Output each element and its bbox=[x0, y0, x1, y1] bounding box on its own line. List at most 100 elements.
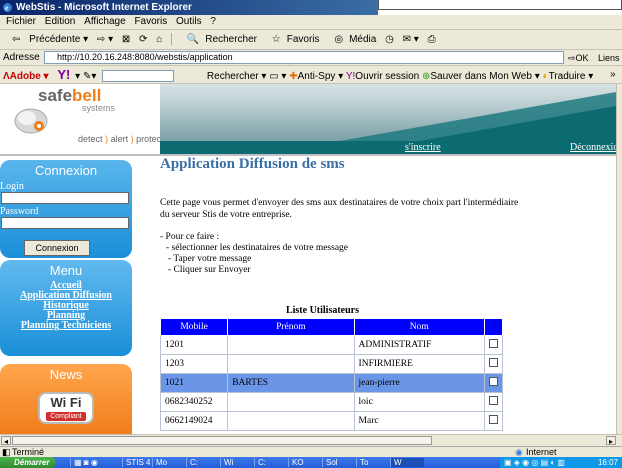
favorites-button[interactable]: ☆ Favoris bbox=[266, 34, 320, 45]
toolbar-options-icon[interactable]: ▾ ▭ ▾ bbox=[261, 71, 286, 82]
row-checkbox[interactable] bbox=[488, 415, 498, 424]
table-row[interactable]: 0662149024 Marc bbox=[159, 411, 504, 431]
row-checkbox[interactable] bbox=[488, 396, 498, 405]
column-nom: Nom bbox=[353, 318, 485, 336]
tray-icons[interactable]: ▣ ◈ ◉ ◎ ▤ ◐ ▥ bbox=[504, 458, 565, 467]
steps-title: - Pour ce faire : bbox=[160, 232, 220, 242]
menu-fichier[interactable]: Fichier bbox=[6, 16, 36, 27]
login-input[interactable] bbox=[1, 192, 129, 204]
table-row[interactable]: 1201 ADMINISTRATIF bbox=[159, 335, 504, 355]
more-chevron-icon[interactable]: » bbox=[610, 66, 616, 83]
history-icon[interactable]: ◷ bbox=[385, 34, 394, 45]
connexion-title: Connexion bbox=[34, 163, 98, 178]
back-button[interactable]: ⇦ Précédente ▾ bbox=[6, 34, 88, 45]
address-url: http://10.20.16.248:8080/webstis/applica… bbox=[57, 52, 233, 62]
clock: 16:07 bbox=[597, 458, 618, 467]
cell-select bbox=[483, 354, 504, 374]
home-icon[interactable]: ⌂ bbox=[156, 34, 162, 45]
yahoo-search-button[interactable]: Rechercher bbox=[207, 71, 259, 82]
taskbar-item[interactable]: C: bbox=[186, 458, 216, 467]
yahoo-search-input[interactable] bbox=[102, 70, 175, 83]
menu-title: Menu bbox=[49, 263, 83, 278]
taskbar-item[interactable]: Wi bbox=[220, 458, 250, 467]
logo-safe-text: safe bbox=[38, 86, 73, 105]
taskbar-item-active[interactable]: W bbox=[390, 458, 424, 467]
row-checkbox[interactable] bbox=[488, 377, 498, 386]
column-mobile: Mobile bbox=[159, 318, 229, 336]
taskbar-item[interactable]: KO bbox=[288, 458, 318, 467]
table-row-selected[interactable]: 1021 BARTES jean-pierre bbox=[159, 373, 504, 393]
forward-button[interactable]: ⇨ ▾ bbox=[97, 34, 113, 45]
connexion-button[interactable]: Connexion bbox=[24, 240, 90, 256]
table-row[interactable]: 1203 INFIRMIERE bbox=[159, 354, 504, 374]
window-titlebar[interactable]: e WebStis - Microsoft Internet Explorer bbox=[0, 0, 378, 15]
scroll-right-icon[interactable]: ▸ bbox=[606, 436, 616, 446]
menu-favoris[interactable]: Favoris bbox=[134, 16, 167, 27]
cell-select bbox=[483, 373, 504, 393]
internet-explorer-icon: e bbox=[3, 3, 12, 13]
row-checkbox[interactable] bbox=[488, 358, 498, 367]
compliant-text: Compliant bbox=[46, 412, 86, 421]
horizontal-scrollbar[interactable]: ◂ ▸ bbox=[0, 434, 622, 446]
taskbar-item[interactable]: To bbox=[356, 458, 386, 467]
menu-help[interactable]: ? bbox=[210, 16, 216, 27]
password-label: Password bbox=[0, 206, 39, 217]
save-web-button[interactable]: ⊕Sauver dans Mon Web ▾ bbox=[422, 71, 540, 82]
antispy-label: Anti-Spy bbox=[297, 71, 336, 82]
address-label: Adresse bbox=[3, 52, 40, 63]
taskbar-item[interactable]: Mo bbox=[152, 458, 182, 467]
logo-systems: systems bbox=[82, 103, 116, 113]
media-icon: ◎ bbox=[334, 34, 344, 45]
print-icon[interactable]: ⎙ bbox=[428, 34, 436, 45]
menu-affichage[interactable]: Affichage bbox=[84, 16, 126, 27]
media-button[interactable]: ◎ Média bbox=[328, 34, 376, 45]
vertical-scrollbar[interactable] bbox=[616, 84, 622, 434]
menu-link-planning-techniciens[interactable]: Planning Techniciens bbox=[0, 321, 132, 331]
users-table-caption: Liste Utilisateurs bbox=[285, 305, 360, 316]
system-tray: ▣ ◈ ◉ ◎ ▤ ◐ ▥ 16:07 bbox=[500, 457, 622, 468]
go-button[interactable]: ⇨OK bbox=[568, 51, 589, 66]
favorites-label: Favoris bbox=[286, 34, 320, 45]
links-button[interactable]: Liens bbox=[598, 51, 620, 66]
start-button[interactable]: Démarrer bbox=[0, 457, 56, 468]
cell-select bbox=[483, 335, 504, 355]
taskbar-item[interactable]: C: bbox=[254, 458, 284, 467]
taskbar-item[interactable]: Sol bbox=[322, 458, 352, 467]
logo-swirl-icon bbox=[14, 108, 48, 134]
menu-outils[interactable]: Outils bbox=[176, 16, 202, 27]
row-checkbox[interactable] bbox=[488, 339, 498, 348]
yahoo-icon[interactable]: Y! bbox=[57, 67, 70, 82]
column-select bbox=[483, 318, 504, 336]
links-toolbar: ΛAdobe ▾ Y! ▾ ✎▾ Rechercher ▾ ▭ ▾ ✚Anti-… bbox=[0, 66, 622, 84]
search-button[interactable]: 🔍 Rechercher bbox=[181, 34, 257, 45]
cell-select bbox=[483, 411, 504, 431]
scrollbar-thumb[interactable] bbox=[12, 436, 432, 445]
taskbar-item[interactable]: STIS 4 bbox=[122, 458, 150, 467]
quick-launch[interactable]: ▦ ◙ ◉ bbox=[70, 458, 110, 467]
antispy-button[interactable]: ✚Anti-Spy ▾ bbox=[289, 71, 343, 82]
yahoo-dropdown[interactable]: ▾ ✎▾ bbox=[75, 71, 96, 82]
table-row[interactable]: 0682340252 loic bbox=[159, 392, 504, 412]
stop-icon[interactable]: ⊠ bbox=[122, 34, 130, 45]
users-table: Mobile Prénom Nom 1201 ADMINISTRATIF 120… bbox=[159, 318, 504, 431]
open-session-button[interactable]: Y!Ouvrir session bbox=[346, 71, 419, 82]
scroll-left-icon[interactable]: ◂ bbox=[1, 436, 11, 446]
adobe-button[interactable]: ΛAdobe ▾ bbox=[3, 71, 49, 82]
cell-mobile: 1201 bbox=[159, 335, 229, 355]
cell-mobile: 1203 bbox=[159, 354, 229, 374]
toolbar-separator bbox=[171, 33, 173, 46]
internet-zone-icon: ◉ bbox=[515, 447, 523, 457]
password-input[interactable] bbox=[1, 217, 129, 229]
cell-prenom bbox=[227, 392, 355, 412]
address-input[interactable]: http://10.20.16.248:8080/webstis/applica… bbox=[44, 51, 564, 64]
cell-nom: ADMINISTRATIF bbox=[353, 335, 485, 355]
refresh-icon[interactable]: ⟳ bbox=[139, 34, 147, 45]
translate-button[interactable]: ◐Traduire ▾ bbox=[543, 71, 594, 82]
deconnexion-link[interactable]: Déconnexion bbox=[570, 142, 616, 153]
inscrire-link[interactable]: s'inscrire bbox=[405, 142, 441, 153]
column-prenom: Prénom bbox=[227, 318, 355, 336]
menu-edition[interactable]: Edition bbox=[45, 16, 76, 27]
step-type: - Taper votre message bbox=[168, 254, 252, 264]
mail-icon[interactable]: ✉ ▾ bbox=[403, 34, 419, 45]
tagline-alert: alert bbox=[110, 134, 129, 144]
